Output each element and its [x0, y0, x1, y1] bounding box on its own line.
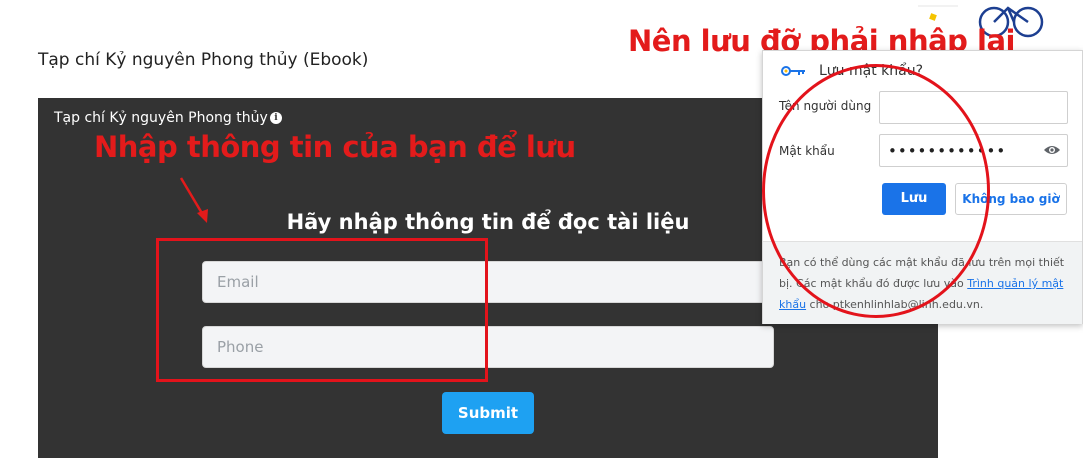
annotation-enter-info: Nhập thông tin của bạn để lưu	[94, 130, 576, 164]
info-icon[interactable]: i	[270, 112, 282, 124]
arrow-down-icon	[179, 177, 208, 223]
submit-button[interactable]: Submit	[442, 392, 534, 434]
annotation-ellipse	[762, 64, 990, 318]
eye-icon[interactable]	[1043, 143, 1061, 157]
embed-title: Tạp chí Kỷ nguyên Phong thủy	[54, 110, 268, 126]
key-icon	[781, 66, 805, 76]
page-title: Tạp chí Kỷ nguyên Phong thủy (Ebook)	[38, 50, 369, 70]
annotation-box	[156, 238, 488, 382]
